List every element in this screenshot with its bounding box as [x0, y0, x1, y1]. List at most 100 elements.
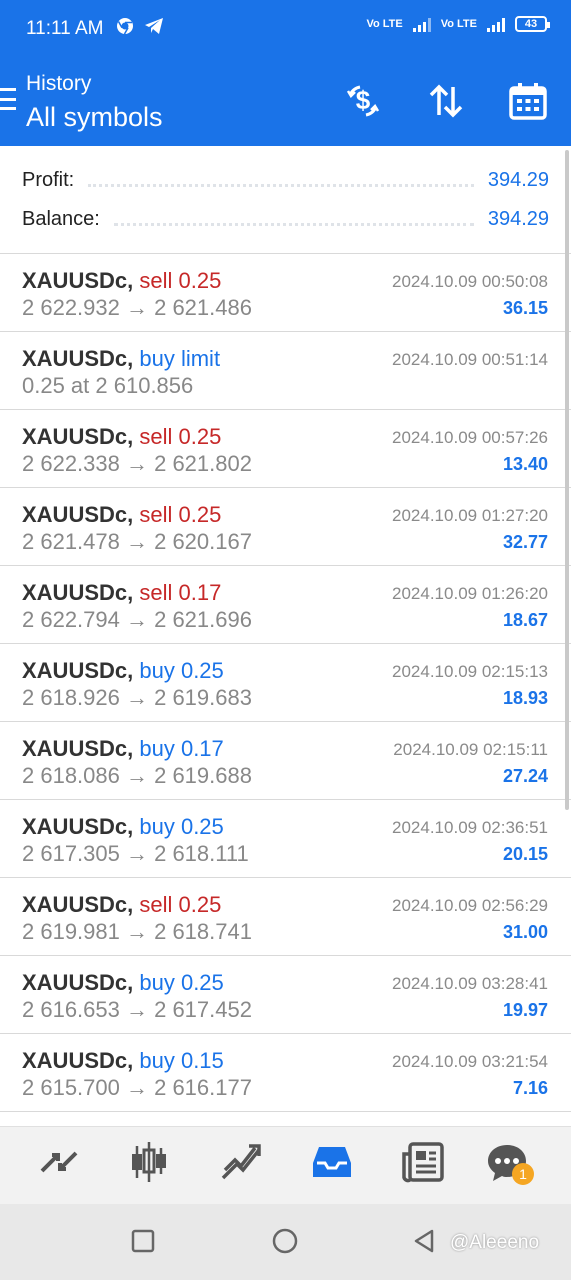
deal-symbol: XAUUSDc, — [22, 892, 134, 917]
deal-symbol: XAUUSDc, — [22, 424, 134, 449]
deal-side: buy 0.25 — [139, 970, 224, 995]
chrome-icon — [116, 17, 134, 40]
deal-symbol: XAUUSDc, — [22, 346, 134, 371]
deal-time: 2024.10.09 00:57:26 — [392, 428, 548, 447]
status-left-icons — [116, 17, 164, 40]
history-inbox-icon — [311, 1141, 353, 1188]
deal-symbol: XAUUSDc, — [22, 736, 134, 761]
deposit-dollar-button[interactable]: $ — [342, 82, 384, 124]
profit-row: Profit: 394.29 — [22, 165, 549, 195]
deal-prices: 2 621.478 → 2 620.167 — [22, 529, 252, 554]
deal-side: sell 0.25 — [139, 502, 222, 527]
deal-profit: 13.40 — [502, 454, 548, 474]
deal-time: 2024.10.09 02:36:51 — [392, 818, 548, 837]
deal-row[interactable]: XAUUSDc, sell 0.25 2 622.932 → 2 621.486… — [0, 254, 571, 332]
deal-prices: 2 622.338 → 2 621.802 — [22, 451, 252, 476]
tab-history[interactable] — [307, 1141, 357, 1187]
bottom-nav: 1 — [0, 1126, 571, 1205]
signal-icon — [412, 16, 431, 32]
deal-prices: 0.25 at 2 610.856 — [22, 373, 194, 398]
sort-button[interactable] — [425, 82, 467, 124]
deal-side: buy 0.25 — [139, 658, 224, 683]
network-label-2: Vo LTE — [440, 18, 477, 30]
menu-icon[interactable] — [0, 88, 16, 110]
status-time: 11:11 AM — [26, 18, 104, 39]
calendar-icon — [508, 81, 548, 126]
deal-time: 2024.10.09 03:28:41 — [392, 974, 548, 993]
deal-symbol: XAUUSDc, — [22, 268, 134, 293]
deal-symbol: XAUUSDc, — [22, 658, 134, 683]
scrollbar[interactable] — [565, 150, 569, 810]
deal-time: 2024.10.09 00:51:14 — [392, 350, 548, 369]
summary-panel: Profit: 394.29 Balance: 394.29 — [0, 146, 571, 254]
sort-icon — [426, 81, 466, 126]
tab-chart[interactable] — [124, 1141, 174, 1187]
deal-symbol: XAUUSDc, — [22, 814, 134, 839]
deal-side: buy 0.15 — [139, 1048, 224, 1073]
deal-row[interactable]: XAUUSDc, sell 0.25 2 619.981 → 2 618.741… — [0, 878, 571, 956]
deal-side: sell 0.17 — [139, 580, 222, 605]
chart-candles-icon — [127, 1140, 171, 1189]
back-triangle-icon — [412, 1228, 438, 1259]
tab-news[interactable] — [398, 1141, 448, 1187]
page-subtitle: History — [26, 72, 92, 95]
deal-prices: 2 618.926 → 2 619.683 — [22, 685, 252, 710]
deal-prices: 2 622.794 → 2 621.696 — [22, 607, 252, 632]
signal-icon-2 — [487, 16, 505, 32]
deal-time: 2024.10.09 01:26:20 — [392, 584, 548, 603]
home-circle-icon — [271, 1227, 299, 1260]
deal-row[interactable]: XAUUSDc, sell 0.17 2 622.794 → 2 621.696… — [0, 566, 571, 644]
calendar-button[interactable] — [507, 82, 549, 124]
balance-value: 394.29 — [487, 207, 549, 230]
deal-time: 2024.10.09 02:15:11 — [393, 740, 548, 759]
watermark: @Aleeeno — [450, 1232, 540, 1253]
dotted-leader — [88, 174, 474, 187]
recents-button[interactable] — [128, 1228, 158, 1258]
deal-profit: 36.15 — [502, 298, 548, 318]
deposit-dollar-icon: $ — [343, 81, 383, 126]
deal-prices: 2 615.700 → 2 616.177 — [22, 1075, 252, 1100]
home-button[interactable] — [270, 1228, 300, 1258]
back-button[interactable] — [410, 1228, 440, 1258]
battery-level: 43 — [524, 18, 538, 30]
status-bar: 11:11 AM Vo LTE Vo LTE 43 — [0, 0, 571, 60]
quotes-icon — [38, 1141, 80, 1188]
deal-prices: 2 616.653 → 2 617.452 — [22, 997, 252, 1022]
deal-prices: 2 619.981 → 2 618.741 — [22, 919, 252, 944]
tab-chat[interactable]: 1 — [482, 1141, 534, 1187]
deal-side: buy 0.17 — [139, 736, 224, 761]
deal-row[interactable]: XAUUSDc, buy 0.17 2 618.086 → 2 619.688 … — [0, 722, 571, 800]
deal-row[interactable]: XAUUSDc, buy 0.25 2 617.305 → 2 618.111 … — [0, 800, 571, 878]
deal-row[interactable]: XAUUSDc, buy 0.15 2 615.700 → 2 616.177 … — [0, 1034, 571, 1112]
deal-symbol: XAUUSDc, — [22, 502, 134, 527]
profit-label: Profit: — [22, 168, 75, 191]
page-title[interactable]: All symbols — [26, 102, 163, 133]
deal-row[interactable]: XAUUSDc, sell 0.25 2 622.338 → 2 621.802… — [0, 410, 571, 488]
deal-symbol: XAUUSDc, — [22, 970, 134, 995]
deal-time: 2024.10.09 01:27:20 — [392, 506, 548, 525]
app-bar: History All symbols $ — [0, 60, 571, 146]
deal-row[interactable]: XAUUSDc, buy 0.25 2 618.926 → 2 619.683 … — [0, 644, 571, 722]
tab-trade[interactable] — [216, 1141, 266, 1187]
deal-profit: 18.67 — [502, 610, 548, 630]
deal-profit: 32.77 — [502, 532, 548, 552]
deal-row[interactable]: XAUUSDc, sell 0.25 2 621.478 → 2 620.167… — [0, 488, 571, 566]
trade-icon — [219, 1140, 263, 1189]
network-label-1: Vo LTE — [366, 18, 403, 30]
deal-profit: 20.15 — [502, 844, 548, 864]
battery-icon: 43 — [515, 16, 550, 32]
deal-side: buy 0.25 — [139, 814, 224, 839]
balance-row: Balance: 394.29 — [22, 204, 549, 234]
dotted-leader — [113, 213, 474, 226]
deal-prices: 2 617.305 → 2 618.111 — [22, 841, 249, 866]
deal-prices: 2 622.932 → 2 621.486 — [22, 295, 252, 320]
deal-prices: 2 618.086 → 2 619.688 — [22, 763, 252, 788]
deal-symbol: XAUUSDc, — [22, 580, 134, 605]
deals-list: XAUUSDc, sell 0.25 2 622.932 → 2 621.486… — [0, 254, 571, 1112]
deal-row[interactable]: XAUUSDc, buy limit 0.25 at 2 610.856 202… — [0, 332, 571, 410]
svg-text:$: $ — [356, 85, 371, 115]
deal-time: 2024.10.09 00:50:08 — [392, 272, 548, 291]
tab-quotes[interactable] — [34, 1141, 84, 1187]
deal-side: buy limit — [139, 346, 221, 371]
deal-row[interactable]: XAUUSDc, buy 0.25 2 616.653 → 2 617.452 … — [0, 956, 571, 1034]
